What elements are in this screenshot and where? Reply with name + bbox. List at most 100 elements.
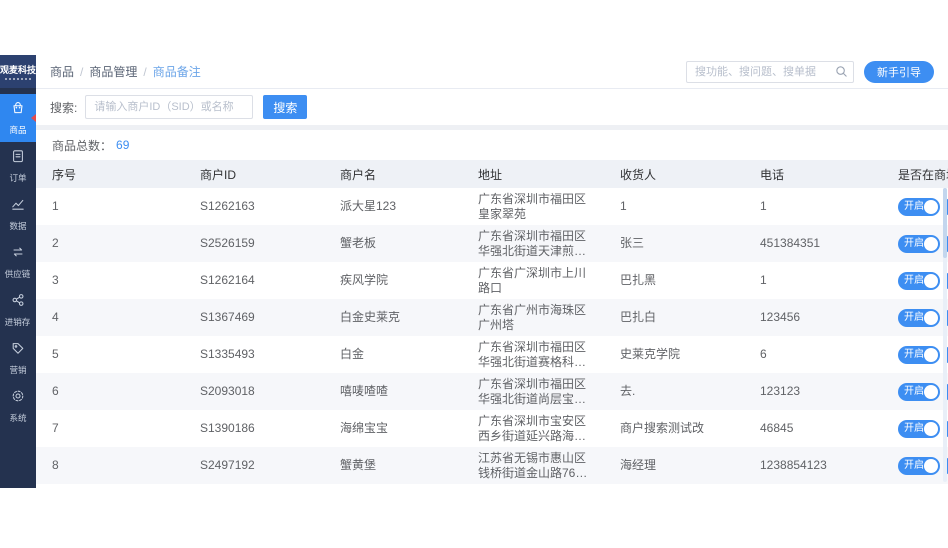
table-row: 8 S2497192 蟹黄堡 江苏省无锡市惠山区钱桥街道金山路76号宝晟精密轴承… [36,447,948,484]
cell-merchant-id: S2497192 [200,458,255,472]
tag-icon [10,340,26,361]
cell-index: 6 [52,384,59,398]
vertical-scrollbar[interactable] [943,188,947,482]
logo-text: 观麦科技 [0,65,37,75]
cell-mall-display: 开启开启 [882,188,948,225]
cell-merchant-name: 派大星123 [340,199,397,213]
main-area: 商品 / 商品管理 / 商品备注 新手引导 搜索: 搜索 [36,55,948,488]
mall-display-toggle[interactable]: 开启 [898,382,940,401]
toggle-knob-icon [924,421,938,436]
cell-merchant-name: 蟹老板 [340,236,377,250]
cell-mall-display: 开启开启 [882,447,948,484]
merchant-table: 序号 商户ID 商户名 地址 收货人 电话 是否在商城展 1 S1262163 … [36,160,948,488]
mall-display-toggle[interactable]: 开启 [898,345,940,364]
table-header-row: 序号 商户ID 商户名 地址 收货人 电话 是否在商城展 [36,160,948,188]
cell-index: 4 [52,310,59,324]
global-search-input[interactable] [686,60,854,83]
sidebar-item-supply-chain[interactable]: 供应链 [0,238,36,286]
breadcrumb-current-page: 商品备注 [152,65,201,79]
cell-index: 5 [52,347,59,361]
cell-index: 8 [52,458,59,472]
global-search [686,60,854,83]
table-row: 3 S1262164 疾风学院 广东省广深圳市上川路口 巴扎黑 1 开启开启 [36,262,948,299]
gear-icon [10,388,26,409]
cell-mall-display: 开启开启 [882,336,948,373]
cell-mall-display: 开启开启 [882,410,948,447]
mall-display-toggle[interactable]: 开启 [898,308,940,327]
total-label: 商品总数： [52,138,113,153]
total-row: 商品总数： 69 [36,130,948,160]
cell-phone: 1238854123 [760,458,827,472]
cell-address: 广东省深圳市福田区皇家翠苑 [478,191,587,221]
toggle-knob-icon [924,347,938,362]
cell-mall-display: 开启开启 [882,373,948,410]
mall-display-toggle[interactable]: 开启 [898,197,940,216]
cell-merchant-id: S2526159 [200,236,255,250]
cell-receiver: 去. [620,384,636,398]
breadcrumb-goods-management[interactable]: 商品管理 [89,63,137,80]
mall-display-toggle[interactable]: 开启 [898,419,940,438]
cell-merchant-name: 白金 [340,347,365,361]
col-header-phone: 电话 [760,167,785,182]
cell-address: 广东省广深圳市上川路口 [478,265,587,295]
mall-display-toggle[interactable]: 开启 [898,234,940,253]
breadcrumb-separator: / [80,64,84,79]
cell-receiver: 商户搜索测试改 [620,421,705,435]
cell-merchant-id: S1367469 [200,310,255,324]
toggle-knob-icon [924,199,938,214]
col-header-receiver: 收货人 [620,167,657,182]
sidebar-item-label: 进销存 [5,317,31,327]
cell-address: 广东省深圳市福田区华强北街道天津煎饼果子上步工业区 [478,228,587,258]
cell-phone: 1 [760,199,767,213]
sidebar-item-goods[interactable]: 商品 [0,94,36,142]
search-icon [835,65,848,78]
cell-merchant-id: S2093018 [200,384,255,398]
cell-address: 广东省深圳市福田区华强北街道赛格科技园公寓区 [478,339,587,369]
cell-phone: 6 [760,347,767,361]
cell-mall-display: 开启开启 [882,262,948,299]
mall-display-toggle[interactable]: 开启 [898,271,940,290]
logo[interactable]: 观麦科技 [0,55,36,88]
sidebar-item-label: 供应链 [5,269,31,279]
col-header-merchant-id: 商户ID [200,167,237,182]
col-header-mall-display: 是否在商城展 [898,167,948,182]
sidebar-item-data[interactable]: 数据 [0,190,36,238]
cell-merchant-id: S1390186 [200,421,255,435]
sidebar-item-system[interactable]: 系统 [0,382,36,430]
cell-merchant-name: 蟹黄堡 [340,458,377,472]
cell-receiver: 史莱克学院 [620,347,681,361]
table-body: 1 S1262163 派大星123 广东省深圳市福田区皇家翠苑 1 1 开启开启… [36,188,948,484]
cell-merchant-name: 白金史莱克 [340,310,401,324]
cell-mall-display: 开启开启 [882,225,948,262]
cell-receiver: 巴扎黑 [620,273,657,287]
toggle-knob-icon [924,236,938,251]
sidebar-item-orders[interactable]: 订单 [0,142,36,190]
toggle-knob-icon [924,384,938,399]
merchant-search-input[interactable] [85,95,254,119]
cell-merchant-id: S1262164 [200,273,255,287]
active-marker-icon [31,114,36,122]
cell-merchant-id: S1335493 [200,347,255,361]
cell-merchant-name: 嘻唛喳喳 [340,384,389,398]
breadcrumb-goods[interactable]: 商品 [50,63,74,80]
col-header-address: 地址 [478,167,503,182]
cell-phone: 46845 [760,421,794,435]
sidebar-item-label: 订单 [9,173,27,183]
share-icon [10,292,26,313]
scrollbar-thumb[interactable] [943,188,947,258]
col-header-merchant-name: 商户名 [340,167,377,182]
search-button[interactable]: 搜索 [263,95,308,119]
sidebar-item-marketing[interactable]: 营销 [0,334,36,382]
mall-display-toggle[interactable]: 开启 [898,456,940,475]
table-row: 1 S1262163 派大星123 广东省深圳市福田区皇家翠苑 1 1 开启开启 [36,188,948,225]
cell-phone: 451384351 [760,236,821,250]
cell-address: 广东省深圳市福田区华强北街道尚层宝弘商务大厦 [478,376,587,406]
cell-phone: 1 [760,273,767,287]
cell-address: 广东省深圳市宝安区西乡街道延兴路海滨公园 [478,413,587,443]
cell-merchant-id: S1262163 [200,199,255,213]
newbie-guide-button[interactable]: 新手引导 [864,60,934,83]
table-row: 5 S1335493 白金 广东省深圳市福田区华强北街道赛格科技园公寓区 史莱克… [36,336,948,373]
table-row: 4 S1367469 白金史莱克 广东省广州市海珠区广州塔 巴扎白 123456… [36,299,948,336]
sidebar-item-inventory[interactable]: 进销存 [0,286,36,334]
sidebar-nav: 商品 订单 数据 供应链 进销存 营销 系统 [0,88,36,488]
